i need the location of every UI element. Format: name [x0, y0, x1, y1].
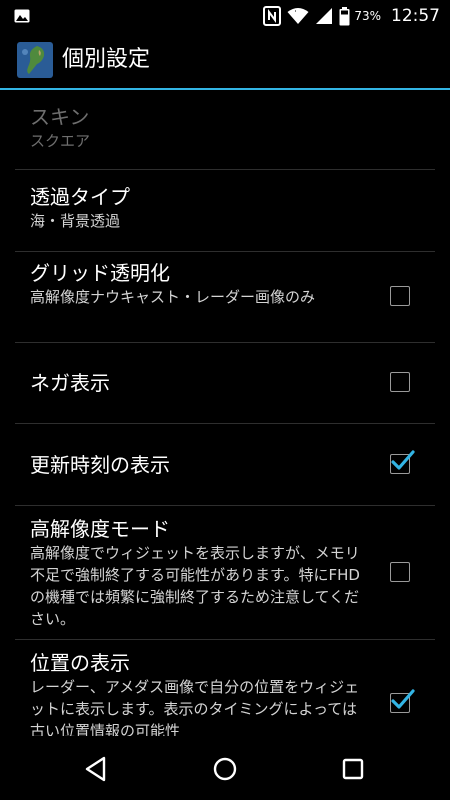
- action-bar: 個別設定: [0, 32, 450, 88]
- navigation-bar: [0, 736, 450, 800]
- image-notification-icon: [14, 9, 30, 23]
- nfc-icon: [263, 6, 282, 26]
- update-time-checkbox[interactable]: [390, 449, 415, 474]
- setting-summary: レーダー、アメダス画像で自分の位置をウィジェットに表示します。表示のタイミングに…: [30, 678, 360, 736]
- grid-transparency-checkbox[interactable]: [390, 286, 410, 306]
- setting-grid-transparency[interactable]: グリッド透明化 高解像度ナウキャスト・レーダー画像のみ: [15, 252, 435, 343]
- back-icon[interactable]: [82, 754, 112, 784]
- battery-percent: 73%: [354, 9, 381, 23]
- location-display-checkbox[interactable]: [390, 689, 415, 713]
- setting-high-resolution-mode[interactable]: 高解像度モード 高解像度でウィジェットを表示しますが、メモリ不足で強制終了する可…: [15, 506, 435, 640]
- setting-update-time-display[interactable]: 更新時刻の表示: [15, 424, 435, 506]
- setting-negative-display[interactable]: ネガ表示: [15, 343, 435, 424]
- checkmark-icon: [391, 449, 415, 470]
- setting-location-display[interactable]: 位置の表示 レーダー、アメダス画像で自分の位置をウィジェットに表示します。表示の…: [15, 640, 435, 736]
- setting-title: 透過タイプ: [30, 185, 130, 209]
- battery-icon: [339, 6, 350, 25]
- setting-title: ネガ表示: [30, 371, 110, 395]
- setting-summary: スクエア: [30, 132, 91, 150]
- recent-apps-icon[interactable]: [338, 754, 368, 784]
- signal-icon: [316, 8, 333, 24]
- app-logo-icon[interactable]: [17, 42, 53, 78]
- clock: 12:57: [391, 6, 440, 26]
- setting-title: グリッド透明化: [30, 261, 170, 285]
- negative-display-checkbox[interactable]: [390, 372, 410, 392]
- setting-title: スキン: [30, 105, 90, 129]
- setting-summary: 高解像度ナウキャスト・レーダー画像のみ: [30, 288, 316, 306]
- setting-title: 高解像度モード: [30, 517, 170, 541]
- home-icon[interactable]: [210, 754, 240, 784]
- setting-summary: 海・背景透過: [30, 212, 121, 230]
- wifi-icon: [287, 8, 309, 24]
- page-title: 個別設定: [62, 47, 151, 72]
- checkmark-icon: [391, 689, 415, 709]
- high-resolution-checkbox[interactable]: [390, 561, 410, 582]
- settings-list[interactable]: スキン スクエア 透過タイプ 海・背景透過 グリッド透明化 高解像度ナウキャスト…: [0, 90, 450, 736]
- setting-title: 更新時刻の表示: [30, 453, 170, 477]
- setting-skin: スキン スクエア: [15, 90, 435, 170]
- setting-title: 位置の表示: [30, 651, 130, 675]
- status-bar: 73% 12:57: [0, 0, 450, 32]
- setting-summary: 高解像度でウィジェットを表示しますが、メモリ不足で強制終了する可能性があります。…: [30, 544, 360, 628]
- setting-transparency-type[interactable]: 透過タイプ 海・背景透過: [15, 170, 435, 252]
